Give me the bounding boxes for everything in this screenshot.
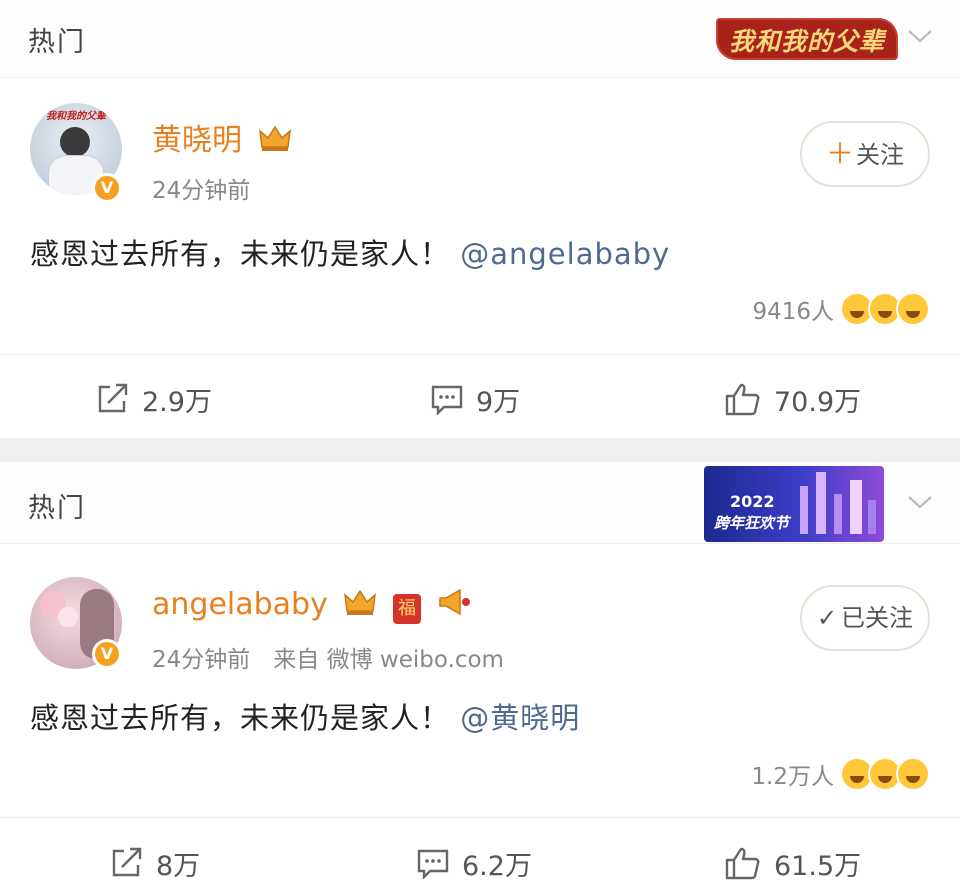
comment-button[interactable]: 6.2万 [416, 833, 532, 881]
thumbs-up-icon [725, 847, 760, 880]
comment-icon [431, 385, 463, 415]
check-icon: ✓ [816, 604, 838, 632]
post-meta: 24分钟前 来自 微博 weibo.com [152, 647, 504, 673]
reactions-summary[interactable]: 9416人 [752, 289, 930, 329]
post-content: 感恩过去所有，未来仍是家人！ @黄晓明 [30, 701, 581, 735]
crown-icon [258, 125, 291, 151]
comment-icon [417, 849, 449, 879]
username[interactable]: angelababy 福 [152, 587, 472, 624]
new-year-banner[interactable]: 2022 跨年狂欢节 [704, 466, 884, 542]
post-time: 24分钟前 [152, 178, 251, 204]
comment-button[interactable]: 9万 [430, 369, 520, 429]
post-card: V angelababy 福 24分钟前 来自 微博 weibo.com ✓ 已关… [0, 545, 960, 881]
post-card: 我和我的父辈 V 黄晓明 24分钟前 ＋关注 感恩过去所有，未来仍是家人！ @a… [0, 79, 960, 438]
like-button[interactable]: 61.5万 [724, 833, 861, 881]
post-content: 感恩过去所有，未来仍是家人！ @angelababy [30, 237, 671, 271]
post-actions: 8万 6.2万 61.5万 [0, 833, 960, 881]
like-button[interactable]: 70.9万 [724, 369, 861, 429]
followed-button[interactable]: ✓ 已关注 [800, 585, 930, 651]
reaction-count: 9416人 [752, 299, 834, 325]
repost-icon [98, 383, 128, 413]
avatar-caption: 我和我的父辈 [46, 111, 106, 122]
megaphone-icon [439, 588, 471, 616]
movie-banner[interactable]: 我和我的父辈 [716, 18, 898, 60]
username[interactable]: 黄晓明 [152, 115, 292, 159]
banner-year: 2022 [730, 492, 775, 511]
section-title: 热门 [28, 493, 86, 524]
thumbs-up-icon [725, 383, 760, 416]
chevron-down-icon[interactable] [906, 26, 934, 46]
fu-badge-icon: 福 [392, 594, 421, 624]
repost-button[interactable]: 8万 [110, 833, 200, 881]
wow-emoji-icon [896, 757, 930, 791]
mention-link[interactable]: @angelababy [460, 237, 670, 271]
verified-badge-icon: V [92, 173, 122, 203]
feed-divider [0, 438, 960, 462]
reactions-summary[interactable]: 1.2万人 [751, 754, 930, 794]
repost-icon [112, 847, 142, 877]
plus-icon: ＋ [825, 137, 854, 170]
hot-section-header: 热门 2022 跨年狂欢节 [0, 462, 960, 544]
mention-link[interactable]: @黄晓明 [460, 701, 580, 735]
banner-text: 跨年狂欢节 [714, 514, 790, 532]
banner-text: 我和我的父辈 [728, 27, 885, 56]
section-title: 热门 [28, 27, 86, 58]
post-actions: 2.9万 9万 70.9万 [0, 369, 960, 429]
reaction-count: 1.2万人 [751, 764, 834, 790]
follow-button[interactable]: ＋关注 [800, 121, 930, 187]
chevron-down-icon[interactable] [906, 492, 934, 512]
repost-button[interactable]: 2.9万 [96, 369, 212, 429]
wow-emoji-icon [896, 292, 930, 326]
verified-badge-icon: V [92, 639, 122, 669]
crown-icon [344, 589, 377, 615]
hot-section-header: 热门 我和我的父辈 [0, 0, 960, 78]
